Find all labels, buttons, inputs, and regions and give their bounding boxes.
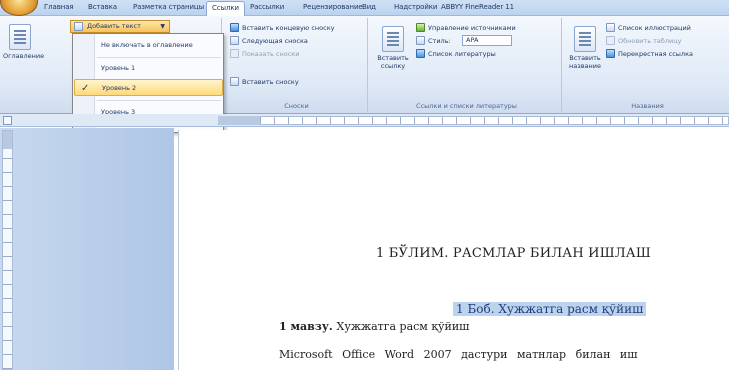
toc-button-label: Оглавление [3, 52, 45, 60]
insert-endnote-label: Вставить концевую сноску [242, 23, 335, 32]
captions-group-label: Названия [631, 102, 664, 110]
topic-heading: 1 мавзу. Хужжатга расм қўйиш [279, 320, 469, 333]
style-icon [416, 36, 425, 45]
toc-icon [9, 24, 31, 50]
insert-caption-button[interactable]: Вставить название [568, 26, 602, 70]
style-label: Стиль: [428, 36, 451, 45]
add-text-button[interactable]: Добавить текст ▼ [70, 20, 170, 33]
document-background [0, 128, 174, 370]
insert-citation-button[interactable]: Вставить ссылку [376, 26, 410, 70]
next-footnote-icon [230, 36, 239, 45]
add-text-icon [74, 22, 83, 31]
next-footnote-label: Следующая сноска [242, 36, 308, 45]
footnote-icon [230, 77, 239, 86]
office-button[interactable] [0, 0, 38, 16]
show-notes-label: Показать сноски [242, 49, 300, 58]
add-text-label: Добавить текст [87, 22, 141, 30]
tab-1[interactable]: Вставка [88, 3, 117, 11]
check-icon: ✓ [81, 83, 90, 94]
tab-2[interactable]: Разметка страницы [133, 3, 204, 11]
menu-item-label: Уровень 1 [101, 64, 136, 72]
topic-text: Хужжатга расм қўйиш [336, 320, 470, 333]
citation-icon [382, 26, 404, 52]
topic-prefix: 1 мавзу. [279, 320, 333, 333]
tab-4[interactable]: Рассылки [250, 3, 284, 11]
citations-group-label: Ссылки и списки литературы [416, 102, 517, 110]
insert-footnote-button[interactable]: Вставить сноску [230, 76, 299, 87]
cross-reference-button[interactable]: Перекрестная ссылка [606, 48, 693, 59]
style-dropdown[interactable]: APA [462, 35, 512, 46]
bibliography-button[interactable]: Список литературы [416, 48, 496, 59]
tab-7[interactable]: Надстройки [394, 3, 437, 11]
group-captions: Вставить название Список иллюстраций Обн… [566, 18, 729, 112]
show-notes-icon [230, 49, 239, 58]
cross-reference-label: Перекрестная ссылка [618, 49, 693, 58]
show-notes-button[interactable]: Показать сноски [230, 48, 299, 59]
tab-8[interactable]: ABBYY FineReader 11 [441, 3, 514, 11]
tab-3[interactable]: Ссылки [206, 1, 245, 16]
menu-item-level-2[interactable]: ✓ Уровень 2 [74, 79, 223, 96]
insert-caption-label: Вставить название [569, 54, 601, 70]
menu-item-label: Не включать в оглавление [101, 41, 193, 49]
insert-citation-label: Вставить ссылку [377, 54, 409, 70]
horizontal-ruler-bar [0, 114, 729, 127]
endnote-icon [230, 23, 239, 32]
update-table-button[interactable]: Обновить таблицу [606, 35, 682, 46]
manage-sources-label: Управление источниками [428, 23, 516, 32]
vertical-ruler[interactable] [2, 130, 13, 370]
menu-item-level-1[interactable]: Уровень 1 [74, 60, 223, 77]
update-table-icon [606, 36, 615, 45]
insert-endnote-button[interactable]: Вставить концевую сноску [230, 22, 334, 33]
menu-separator [97, 57, 221, 58]
section-heading-selected: 1 Боб. Хужжатга расм қўйиш [453, 302, 647, 316]
footnotes-group-label: Сноски [284, 102, 309, 110]
cross-reference-icon [606, 49, 615, 58]
next-footnote-button[interactable]: Следующая сноска [230, 35, 308, 46]
body-paragraph: Microsoft Office Word 2007 дастури матнл… [279, 348, 638, 361]
ruler-left-margin [218, 116, 260, 125]
manage-sources-icon [416, 23, 425, 32]
tab-6[interactable]: Вид [362, 3, 376, 11]
chapter-heading: 1 БЎЛИМ. РАСМЛАР БИЛАН ИШЛАШ [376, 246, 651, 261]
bibliography-label: Список литературы [428, 49, 496, 58]
vertical-ruler-margin [3, 131, 12, 149]
table-of-figures-label: Список иллюстраций [618, 23, 691, 32]
menu-separator [97, 100, 221, 101]
chevron-down-icon: ▼ [160, 23, 165, 30]
document-page[interactable]: 1 БЎЛИМ. РАСМЛАР БИЛАН ИШЛАШ 1 Боб. Хужж… [178, 130, 729, 370]
style-selector: Стиль: [416, 35, 451, 46]
table-of-figures-icon [606, 23, 615, 32]
group-citations: Вставить ссылку Управление источниками С… [372, 18, 562, 112]
update-table-label: Обновить таблицу [618, 36, 682, 45]
menu-item-label: Уровень 2 [102, 84, 137, 92]
horizontal-ruler[interactable] [218, 116, 729, 125]
manage-sources-button[interactable]: Управление источниками [416, 22, 516, 33]
caption-icon [574, 26, 596, 52]
ribbon-tab-bar: Главная Вставка Разметка страницы Ссылки Рас… [0, 0, 729, 16]
table-of-figures-button[interactable]: Список иллюстраций [606, 22, 691, 33]
insert-footnote-label: Вставить сноску [242, 77, 299, 86]
tab-0[interactable]: Главная [44, 3, 74, 11]
tab-5[interactable]: Рецензирование [303, 3, 363, 11]
menu-item-do-not-show[interactable]: Не включать в оглавление [74, 37, 223, 54]
tab-selector-icon[interactable] [3, 116, 12, 125]
group-footnotes: Вставить концевую сноску Следующая сноск… [226, 18, 368, 112]
toc-button[interactable]: Оглавление [3, 24, 44, 60]
bibliography-icon [416, 49, 425, 58]
